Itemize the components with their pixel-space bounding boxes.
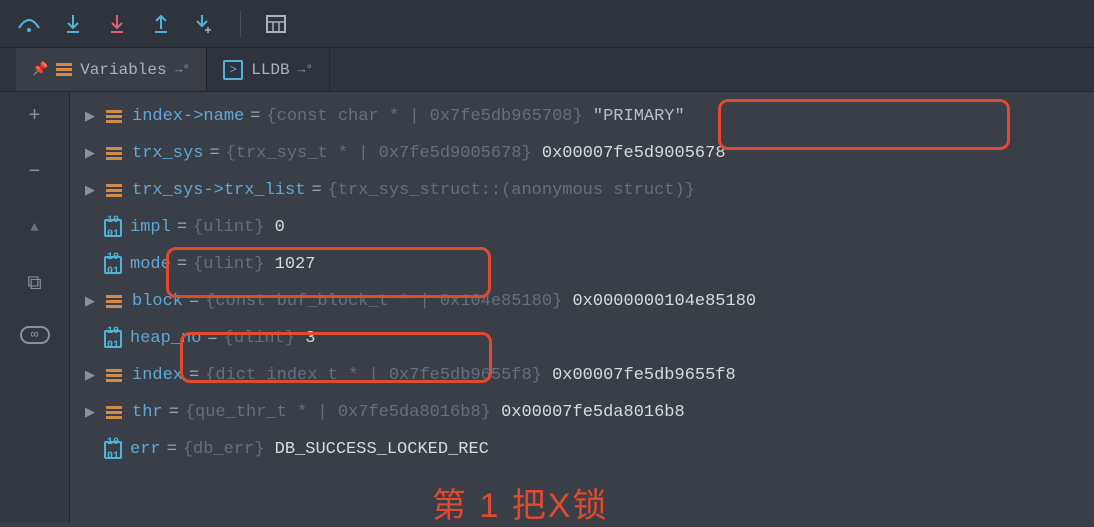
var-type: {const char * | 0x7fe5db965708} [266,107,582,126]
struct-icon [104,182,124,200]
variable-row[interactable]: ▶ thr = {que_thr_t * | 0x7fe5da8016b8} 0… [70,394,1094,431]
struct-icon [104,404,124,422]
terminal-icon: > [223,60,243,80]
debug-toolbar [0,0,1094,48]
equals: = [177,218,187,237]
var-name: mode [130,255,171,274]
copy-icon[interactable]: ⧉ [21,270,49,298]
expand-icon[interactable]: ▶ [80,368,100,383]
variable-row[interactable]: ▶ trx_sys = {trx_sys_t * | 0x7fe5d900567… [70,135,1094,172]
primitive-icon: 1001 [104,256,122,274]
expand-icon[interactable]: ▶ [80,183,100,198]
equals: = [169,403,179,422]
var-name: err [130,440,161,459]
variables-gutter: + − ▲ ⧉ ∞ [0,92,70,522]
var-name: trx_sys->trx_list [132,181,305,200]
var-value: 0x00007fe5da8016b8 [491,403,685,422]
var-type: {trx_sys_t * | 0x7fe5d9005678} [226,144,532,163]
var-value: 1027 [264,255,315,274]
tab-suffix-icon: →° [175,62,191,77]
var-name: index->name [132,107,244,126]
var-type: {dict_index_t * | 0x7fe5db9655f8} [205,366,542,385]
equals: = [311,181,321,200]
var-type: {ulint} [224,329,295,348]
equals: = [207,329,217,348]
variable-row[interactable]: ▶ index->name = {const char * | 0x7fe5db… [70,98,1094,135]
var-name: thr [132,403,163,422]
add-watch-button[interactable]: + [21,102,49,130]
struct-icon [104,145,124,163]
equals: = [167,440,177,459]
primitive-icon: 1001 [104,441,122,459]
tab-suffix-icon: →° [298,62,314,77]
evaluate-expression-icon[interactable] [263,11,289,37]
step-into-icon[interactable] [60,11,86,37]
tab-lldb[interactable]: > LLDB →° [207,48,330,91]
expand-icon[interactable]: ▶ [80,109,100,124]
variable-row[interactable]: ▶ 1001 impl = {ulint} 0 [70,209,1094,246]
struct-icon [104,367,124,385]
var-name: heap_no [130,329,201,348]
struct-icon [104,293,124,311]
var-type: {db_err} [183,440,265,459]
var-type: {ulint} [193,218,264,237]
variable-row[interactable]: ▶ block = {const buf_block_t * | 0x104e8… [70,283,1094,320]
equals: = [189,292,199,311]
expand-icon[interactable]: ▶ [80,405,100,420]
debug-tabbar: 📌 Variables →° > LLDB →° [0,48,1094,92]
var-name: block [132,292,183,311]
var-name: index [132,366,183,385]
var-type: {trx_sys_struct::(anonymous struct)} [328,181,695,200]
primitive-icon: 1001 [104,219,122,237]
variables-panel: + − ▲ ⧉ ∞ ▶ index->name = {const char * … [0,92,1094,522]
struct-icon [104,108,124,126]
annotation-caption: 第 1 把X锁 [432,478,608,527]
var-value: 0x00007fe5db9655f8 [542,366,736,385]
var-value: 0 [264,218,284,237]
var-name: impl [130,218,171,237]
var-type: {const buf_block_t * | 0x104e85180} [205,292,562,311]
tab-label: Variables [80,61,166,79]
step-out-icon[interactable] [148,11,174,37]
expand-icon[interactable]: ▶ [80,146,100,161]
toolbar-divider [240,11,241,37]
glasses-icon[interactable]: ∞ [20,326,50,344]
expand-icon[interactable]: ▶ [80,294,100,309]
equals: = [250,107,260,126]
primitive-icon: 1001 [104,330,122,348]
struct-icon [56,63,72,76]
force-step-into-icon[interactable] [104,11,130,37]
step-over-icon[interactable] [16,11,42,37]
run-to-cursor-icon[interactable] [192,11,218,37]
variable-row[interactable]: ▶ index = {dict_index_t * | 0x7fe5db9655… [70,357,1094,394]
variable-row[interactable]: ▶ 1001 heap_no = {ulint} 3 [70,320,1094,357]
equals: = [177,255,187,274]
var-value: 0x00007fe5d9005678 [532,144,726,163]
variable-row[interactable]: ▶ 1001 err = {db_err} DB_SUCCESS_LOCKED_… [70,431,1094,468]
equals: = [209,144,219,163]
var-type: {ulint} [193,255,264,274]
move-up-button[interactable]: ▲ [21,214,49,242]
equals: = [189,366,199,385]
variables-tree[interactable]: ▶ index->name = {const char * | 0x7fe5db… [70,92,1094,522]
var-value: 3 [295,329,315,348]
var-value: 0x0000000104e85180 [562,292,756,311]
var-name: trx_sys [132,144,203,163]
var-value: "PRIMARY" [583,107,685,126]
tab-variables[interactable]: 📌 Variables →° [16,48,207,91]
var-type: {que_thr_t * | 0x7fe5da8016b8} [185,403,491,422]
variable-row[interactable]: ▶ 1001 mode = {ulint} 1027 [70,246,1094,283]
tab-label: LLDB [251,61,289,79]
remove-watch-button[interactable]: − [21,158,49,186]
var-value: DB_SUCCESS_LOCKED_REC [264,440,488,459]
variable-row[interactable]: ▶ trx_sys->trx_list = {trx_sys_struct::(… [70,172,1094,209]
pin-icon: 📌 [32,62,48,77]
